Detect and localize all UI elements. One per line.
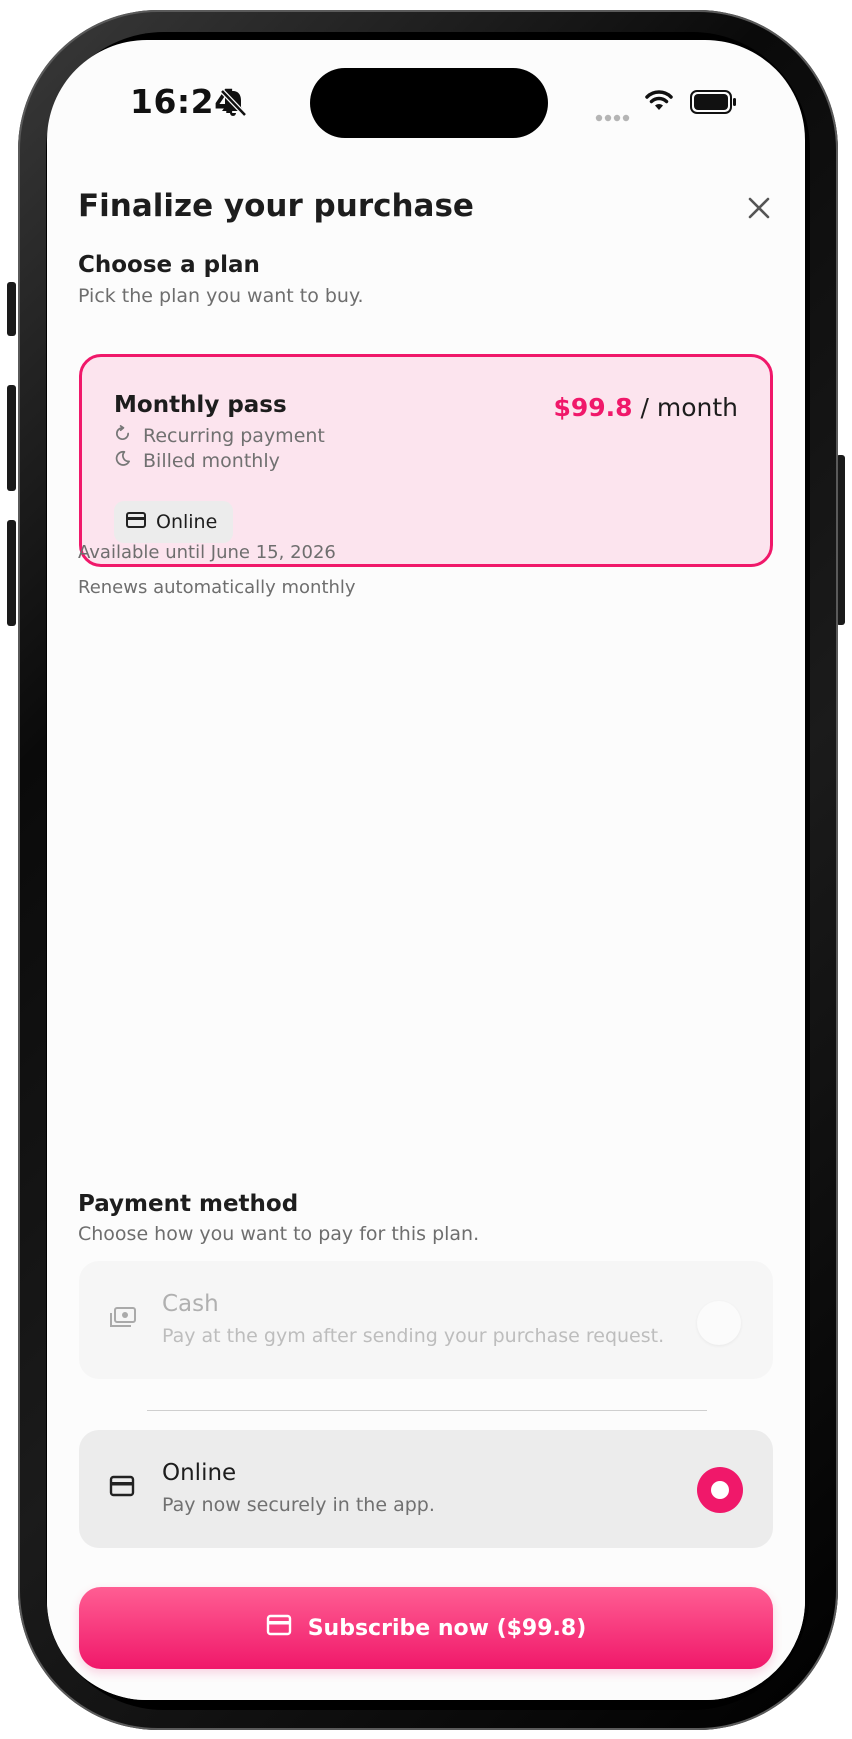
credit-card-icon (126, 511, 156, 533)
payment-option-description: Pay now securely in the app. (162, 1494, 435, 1516)
refresh-icon (114, 425, 143, 447)
bell-slash-icon (219, 88, 247, 122)
payment-option-name: Cash (162, 1291, 219, 1317)
payment-section-title: Payment method (78, 1191, 299, 1217)
close-icon[interactable] (747, 196, 771, 224)
payment-chip-label: Online (156, 511, 218, 533)
plan-feature: Recurring payment (114, 425, 325, 447)
plan-feature: Billed monthly (114, 450, 280, 472)
moon-icon (114, 450, 143, 472)
payment-option-name: Online (162, 1460, 237, 1486)
volume-down-button (7, 520, 16, 626)
payment-chip: Online (114, 501, 234, 543)
plan-card[interactable]: Monthly pass $99.8 / month Recurring pay… (79, 354, 773, 567)
card-icon (109, 1475, 135, 1501)
cash-icon (109, 1306, 137, 1334)
availability-text: Available until June 15, 2026 (78, 542, 336, 563)
subscribe-button-label: Subscribe now ($99.8) (307, 1615, 587, 1641)
payment-radio-selected[interactable] (697, 1467, 743, 1513)
credit-card-icon (266, 1614, 308, 1642)
renewal-text: Renews automatically monthly (78, 577, 356, 598)
plan-feature-label: Billed monthly (143, 450, 280, 472)
battery-icon (690, 90, 738, 118)
mute-switch (7, 282, 16, 336)
plan-section-title: Choose a plan (78, 252, 260, 278)
plan-price: $99.8 / month (553, 393, 738, 422)
payment-option-cash[interactable]: Cash Pay at the gym after sending your p… (79, 1261, 773, 1379)
signal-dots-icon (595, 107, 631, 126)
plan-price-amount: $99.8 (553, 393, 633, 422)
wifi-icon (644, 88, 674, 116)
page-title: Finalize your purchase (78, 188, 474, 224)
plan-feature-label: Recurring payment (143, 425, 325, 447)
payment-option-online[interactable]: Online Pay now securely in the app. (79, 1430, 773, 1548)
app-screen: 16:24 Finalize your purchase Choose a pl… (47, 40, 805, 1700)
subscribe-button[interactable]: Subscribe now ($99.8) (79, 1587, 773, 1669)
dynamic-island (310, 68, 548, 138)
payment-radio-unselected[interactable] (697, 1301, 741, 1345)
plan-name: Monthly pass (114, 392, 287, 418)
payment-option-description: Pay at the gym after sending your purcha… (162, 1325, 665, 1347)
payment-divider (147, 1410, 707, 1411)
payment-section-subtitle: Choose how you want to pay for this plan… (78, 1223, 480, 1245)
plan-section-subtitle: Pick the plan you want to buy. (78, 285, 364, 307)
plan-price-period: / month (640, 393, 738, 422)
volume-up-button (7, 385, 16, 491)
